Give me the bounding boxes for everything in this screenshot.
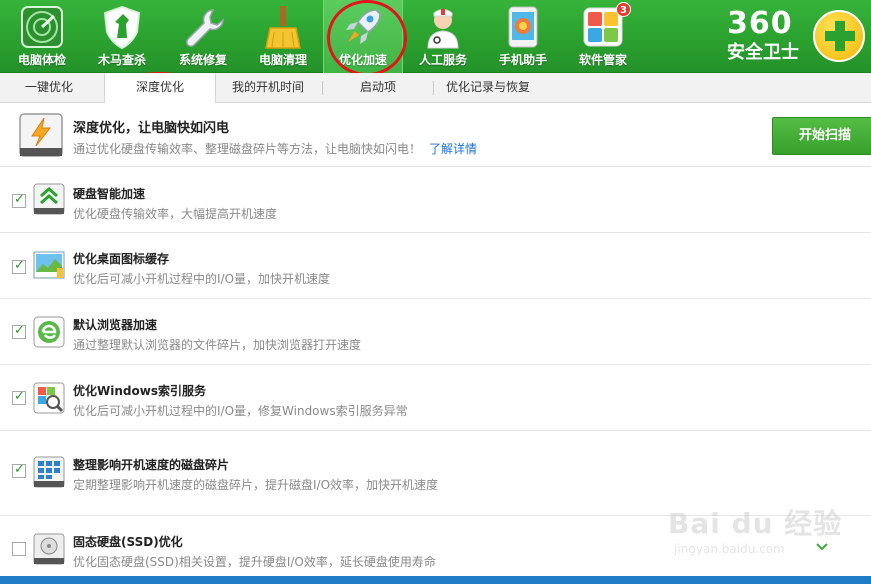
broom-icon <box>265 6 301 49</box>
learn-more-link[interactable]: 了解详情 <box>429 140 477 157</box>
checkbox[interactable]: ✓ <box>12 462 26 478</box>
lightning-disk-icon <box>19 113 63 157</box>
item-title: 整理影响开机速度的磁盘碎片 <box>73 458 230 472</box>
tab-history-restore[interactable]: 优化记录与恢复 <box>434 73 542 103</box>
phone-icon <box>508 6 538 48</box>
brand-number: 360 <box>727 6 793 41</box>
brand-logo: 360 安全卫士 <box>721 0 871 73</box>
item-title: 优化Windows索引服务 <box>73 384 206 398</box>
list-item: ✓ 整理影响开机速度的磁盘碎片 定期整理影响开机速度的磁盘碎片，提升磁盘I/O效… <box>0 431 871 516</box>
search-index-icon <box>33 382 65 414</box>
toolbar-item-software-manager[interactable]: 3 软件管家 <box>563 0 643 73</box>
toolbar-item-system-repair[interactable]: 系统修复 <box>163 0 243 73</box>
item-title: 硬盘智能加速 <box>73 187 146 201</box>
checkbox[interactable]: ✓ <box>12 389 26 405</box>
wrench-icon <box>186 9 224 47</box>
toolbar-label: 人工服务 <box>418 53 467 67</box>
tab-startup-items[interactable]: 启动项 <box>323 73 433 103</box>
sub-tab-bar: 一键优化 深度优化 我的开机时间 启动项 优化记录与恢复 <box>0 73 871 104</box>
plus-logo-icon <box>813 10 865 62</box>
toolbar-item-trojan-scan[interactable]: 木马查杀 <box>82 0 162 73</box>
start-scan-button[interactable]: 开始扫描 <box>772 117 871 155</box>
checkbox[interactable] <box>12 542 26 556</box>
page-description: 通过优化硬盘传输效率、整理磁盘碎片等方法，让电脑快如闪电！ <box>73 142 422 156</box>
doctor-icon <box>427 9 459 49</box>
toolbar-item-phone-assistant[interactable]: 手机助手 <box>483 0 563 73</box>
tab-deep-optimize[interactable]: 深度优化 <box>104 73 216 104</box>
list-item: ✓ 默认浏览器加速 通过整理默认浏览器的文件碎片，加快浏览器打开速度 <box>0 299 871 365</box>
item-description: 优化硬盘传输效率，大幅提高开机速度 <box>73 207 278 221</box>
checkbox[interactable]: ✓ <box>12 258 26 274</box>
rocket-icon <box>346 9 381 44</box>
list-item: ✓ 硬盘智能加速 优化硬盘传输效率，大幅提高开机速度 <box>0 168 871 233</box>
tab-one-click[interactable]: 一键优化 <box>0 73 98 103</box>
item-description: 优化后可减小开机过程中的I/O量，加快开机速度 <box>73 272 331 286</box>
list-item: ✓ 优化Windows索引服务 优化后可减小开机过程中的I/O量，修复Windo… <box>0 365 871 431</box>
page-title: 深度优化，让电脑快如闪电 <box>73 121 230 136</box>
toolbar-label: 软件管家 <box>578 53 627 67</box>
list-item: ✓ 优化桌面图标缓存 优化后可减小开机过程中的I/O量，加快开机速度 <box>0 233 871 299</box>
main-toolbar: 电脑体检 木马查杀 系统修复 电脑清理 优化加速 人工服务 手机助手 3 软件管… <box>0 0 871 73</box>
check-icon: ✓ <box>14 192 25 207</box>
item-description: 优化固态硬盘(SSD)相关设置，提升硬盘I/O效率，延长硬盘使用寿命 <box>73 555 436 569</box>
toolbar-item-cleanup[interactable]: 电脑清理 <box>243 0 323 73</box>
brand-name: 安全卫士 <box>727 42 799 63</box>
bottom-status-bar <box>0 576 871 584</box>
toolbar-item-human-service[interactable]: 人工服务 <box>403 0 483 73</box>
checkbox[interactable]: ✓ <box>12 192 26 208</box>
toolbar-label: 木马查杀 <box>97 53 146 67</box>
checkbox[interactable]: ✓ <box>12 323 26 339</box>
item-description: 通过整理默认浏览器的文件碎片，加快浏览器打开速度 <box>73 338 362 352</box>
item-title: 优化桌面图标缓存 <box>73 252 170 266</box>
check-icon: ✓ <box>14 389 25 404</box>
item-description: 定期整理影响开机速度的磁盘碎片，提升磁盘I/O效率，加快开机速度 <box>73 478 439 492</box>
check-icon: ✓ <box>14 323 25 338</box>
toolbar-label: 电脑清理 <box>258 53 307 67</box>
list-item: 固态硬盘(SSD)优化 优化固态硬盘(SSD)相关设置，提升硬盘I/O效率，延长… <box>0 516 871 576</box>
item-title: 固态硬盘(SSD)优化 <box>73 535 183 549</box>
defrag-icon <box>33 456 65 488</box>
deep-optimize-header: 深度优化，让电脑快如闪电 通过优化硬盘传输效率、整理磁盘碎片等方法，让电脑快如闪… <box>0 103 871 167</box>
check-icon: ✓ <box>14 462 25 477</box>
toolbar-label: 电脑体检 <box>17 53 66 67</box>
radar-icon <box>21 6 63 48</box>
item-description: 优化后可减小开机过程中的I/O量，修复Windows索引服务异常 <box>73 404 408 418</box>
tab-boot-time[interactable]: 我的开机时间 <box>216 73 320 103</box>
horse-shield-icon <box>103 5 141 50</box>
toolbar-item-optimize-speed[interactable]: 优化加速 <box>323 0 403 73</box>
toolbar-item-checkup[interactable]: 电脑体检 <box>2 0 82 73</box>
toolbar-label: 优化加速 <box>338 53 387 67</box>
ssd-icon <box>33 533 65 565</box>
chevron-down-icon[interactable] <box>815 540 829 554</box>
item-title: 默认浏览器加速 <box>73 318 158 332</box>
disk-speed-icon <box>33 183 65 215</box>
notification-badge: 3 <box>616 2 631 17</box>
toolbar-label: 手机助手 <box>498 53 547 67</box>
desktop-chart-icon <box>33 251 65 279</box>
check-icon: ✓ <box>14 258 25 273</box>
browser-icon <box>33 316 65 348</box>
toolbar-label: 系统修复 <box>178 53 227 67</box>
